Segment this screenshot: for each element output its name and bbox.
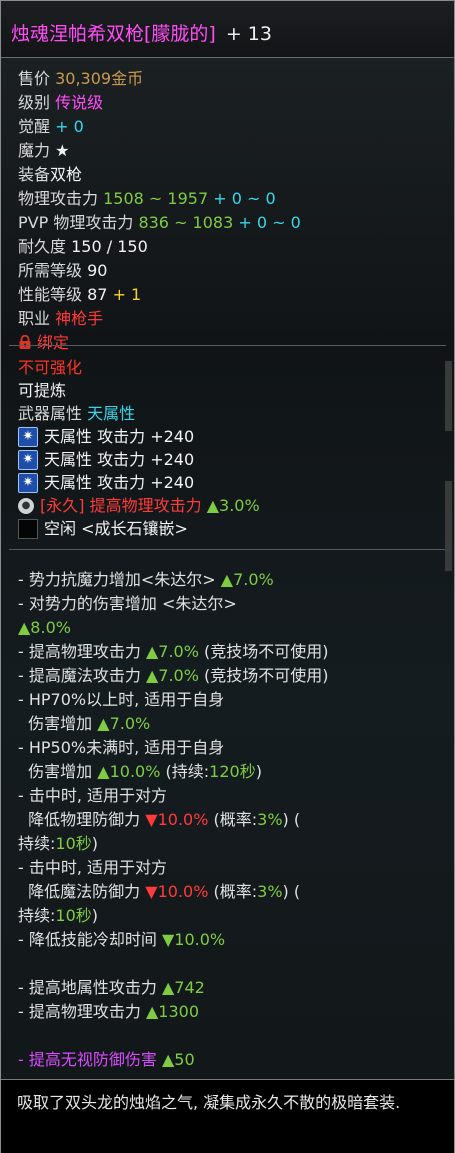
bind-row: 绑定 xyxy=(18,331,448,355)
perf-level-row: 性能等级 87 + 1 xyxy=(18,285,142,304)
effect-line: - 提高物理攻击力 ▲7.0% (竞技场不可使用) xyxy=(18,642,329,661)
durability-row: 耐久度 150 / 150 xyxy=(18,237,148,256)
pvp-attack-range: 836 ~ 1083 xyxy=(138,213,234,232)
sky-element-icon: ✷ xyxy=(18,472,38,493)
phys-attack-bonus: + 0 ~ 0 xyxy=(213,189,276,208)
title-bar: 烛魂涅帕希双枪[朦胧的] + 13 xyxy=(1,1,454,58)
effect-line: - HP50%未满时, 适用于自身 xyxy=(18,738,225,757)
magic-row: 魔力 ★ xyxy=(18,141,70,160)
item-tooltip: 烛魂涅帕希双枪[朦胧的] + 13 售价 30,309金币 级别 传说级 觉醒 +… xyxy=(0,0,455,1153)
effect-line: - 击中时, 适用于对方 xyxy=(18,786,168,805)
item-properties: 不可强化 可提炼 武器属性 天属性 ✷ 天属性 攻击力 +240 ✷ 天属性 攻击力… xyxy=(18,356,448,540)
sky-element-icon: ✷ xyxy=(18,426,38,447)
price-row: 售价 30,309金币 xyxy=(18,69,144,88)
lock-icon xyxy=(19,335,31,349)
item-description: 吸取了双头龙的烛焰之气, 凝集成永久不散的极暗套装. xyxy=(1,1079,454,1153)
special-effects: - 势力抗魔力增加<朱达尔> ▲7.0% - 对势力的伤害增加 <朱达尔> ▲8… xyxy=(18,568,448,1072)
elem-attack-row: ✷ 天属性 攻击力 +240 xyxy=(18,448,448,471)
refinable-row: 可提炼 xyxy=(18,381,67,400)
pvp-attack-row: PVP 物理攻击力 836 ~ 1083 + 0 ~ 0 xyxy=(18,213,301,232)
sky-element-icon: ✷ xyxy=(18,449,38,470)
effect-line: - 提高无视防御伤害 ▲50 xyxy=(18,1050,195,1069)
frame-edge xyxy=(445,361,452,431)
grade-value: 传说级 xyxy=(55,93,104,112)
phys-attack-range: 1508 ~ 1957 xyxy=(103,189,209,208)
req-level-value: 90 xyxy=(87,261,108,280)
elem-attack-row: ✷ 天属性 攻击力 +240 xyxy=(18,425,448,448)
effect-line: - 提高物理攻击力 ▲1300 xyxy=(18,1002,199,1021)
effect-line: 持续:10秒) xyxy=(18,834,99,853)
effect-line: ▲8.0% xyxy=(18,618,71,637)
enhance-level: + 13 xyxy=(225,23,272,45)
effect-line: - 击中时, 适用于对方 xyxy=(18,858,168,877)
job-value: 神枪手 xyxy=(55,309,104,328)
effect-line: - 提高魔法攻击力 ▲7.0% (竞技场不可使用) xyxy=(18,666,329,685)
magic-star-icon: ★ xyxy=(55,141,70,160)
description-text: 吸取了双头龙的烛焰之气, 凝集成永久不散的极暗套装. xyxy=(17,1093,401,1112)
effect-line: 持续:10秒) xyxy=(18,906,99,925)
item-title: 烛魂涅帕希双枪[朦胧的] + 13 xyxy=(11,22,272,46)
perf-level-bonus: + 1 xyxy=(112,285,142,304)
effect-line: - 势力抗魔力增加<朱达尔> ▲7.0% xyxy=(18,570,274,589)
divider-1 xyxy=(9,345,446,346)
grade-row: 级别 传说级 xyxy=(18,93,104,112)
effect-line: 伤害增加 ▲7.0% xyxy=(28,714,151,733)
gem-slot-row: 空闲 <成长石镶嵌> xyxy=(18,517,448,540)
effect-line: - 对势力的伤害增加 <朱达尔> xyxy=(18,594,237,613)
item-name: 烛魂涅帕希双枪[朦胧的] xyxy=(11,23,216,45)
permanent-bonus-row: ● [永久] 提高物理攻击力 ▲3.0% xyxy=(18,494,448,517)
job-row: 职业 神枪手 xyxy=(18,309,104,328)
phys-attack-row: 物理攻击力 1508 ~ 1957 + 0 ~ 0 xyxy=(18,189,276,208)
divider-2 xyxy=(9,549,446,550)
equip-type: 双枪 xyxy=(50,165,83,184)
awaken-row: 觉醒 + 0 xyxy=(18,117,84,136)
effect-line: 降低物理防御力 ▼10.0% (概率:3%) ( xyxy=(28,810,301,829)
frame-edge xyxy=(445,481,452,571)
seal-icon: ● xyxy=(18,497,34,514)
elem-attack-row: ✷ 天属性 攻击力 +240 xyxy=(18,471,448,494)
durability-value: 150 / 150 xyxy=(71,237,148,256)
effect-line: - HP70%以上时, 适用于自身 xyxy=(18,690,225,709)
effect-line: 伤害增加 ▲10.0% (持续:120秒) xyxy=(28,762,262,781)
weapon-element-row: 武器属性 天属性 xyxy=(18,404,136,423)
empty-slot-icon xyxy=(18,518,38,539)
equip-row: 装备双枪 xyxy=(18,165,83,184)
weapon-element-value: 天属性 xyxy=(87,404,136,423)
no-enhance-row: 不可强化 xyxy=(18,358,83,377)
awaken-value: + 0 xyxy=(55,117,84,136)
perf-level-value: 87 xyxy=(87,285,108,304)
pvp-attack-bonus: + 0 ~ 0 xyxy=(238,213,301,232)
effect-line: - 提高地属性攻击力 ▲742 xyxy=(18,978,205,997)
price-value: 30,309金币 xyxy=(55,69,144,88)
effect-line: 降低魔法防御力 ▼10.0% (概率:3%) ( xyxy=(28,882,301,901)
req-level-row: 所需等级 90 xyxy=(18,261,108,280)
effect-line: - 降低技能冷却时间 ▼10.0% xyxy=(18,930,226,949)
base-stats: 售价 30,309金币 级别 传说级 觉醒 + 0 魔力 ★ 装备双枪 物理攻击… xyxy=(18,67,448,355)
bind-label: 绑定 xyxy=(37,333,70,352)
